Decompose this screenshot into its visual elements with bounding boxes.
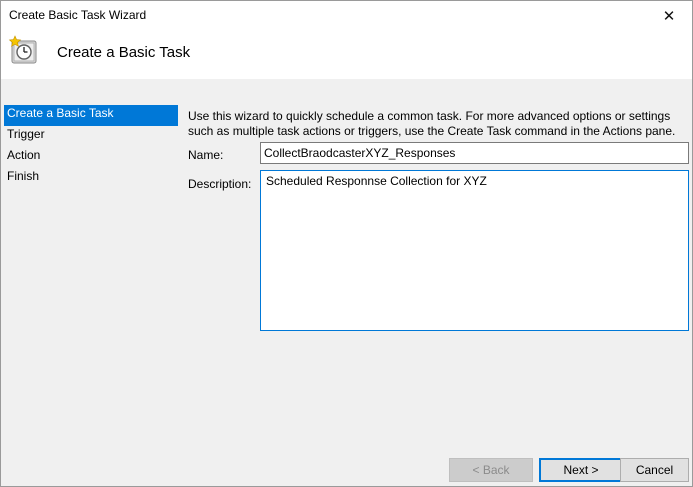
next-button[interactable]: Next > [539, 458, 623, 482]
step-create-basic-task[interactable]: Create a Basic Task [4, 105, 178, 126]
step-action[interactable]: Action [1, 147, 179, 168]
wizard-header: Create a Basic Task [1, 31, 692, 79]
description-input[interactable]: Scheduled Responnse Collection for XYZ [260, 170, 689, 331]
title-bar: Create Basic Task Wizard ✕ [1, 1, 692, 31]
cancel-button[interactable]: Cancel [620, 458, 689, 482]
step-trigger[interactable]: Trigger [1, 126, 179, 147]
scheduled-task-clock-icon [8, 35, 37, 64]
name-label: Name: [188, 148, 224, 162]
close-button[interactable]: ✕ [646, 1, 692, 31]
window-title: Create Basic Task Wizard [9, 8, 147, 22]
close-icon: ✕ [662, 8, 676, 25]
page-title: Create a Basic Task [57, 44, 191, 61]
name-input[interactable] [260, 142, 689, 164]
description-label: Description: [188, 177, 252, 191]
step-finish[interactable]: Finish [1, 168, 179, 189]
wizard-window: Create Basic Task Wizard ✕ Create a Basi… [0, 0, 693, 487]
wizard-steps: Create a Basic Task Trigger Action Finis… [1, 105, 179, 189]
intro-text: Use this wizard to quickly schedule a co… [188, 109, 676, 138]
back-button[interactable]: < Back [449, 458, 533, 482]
